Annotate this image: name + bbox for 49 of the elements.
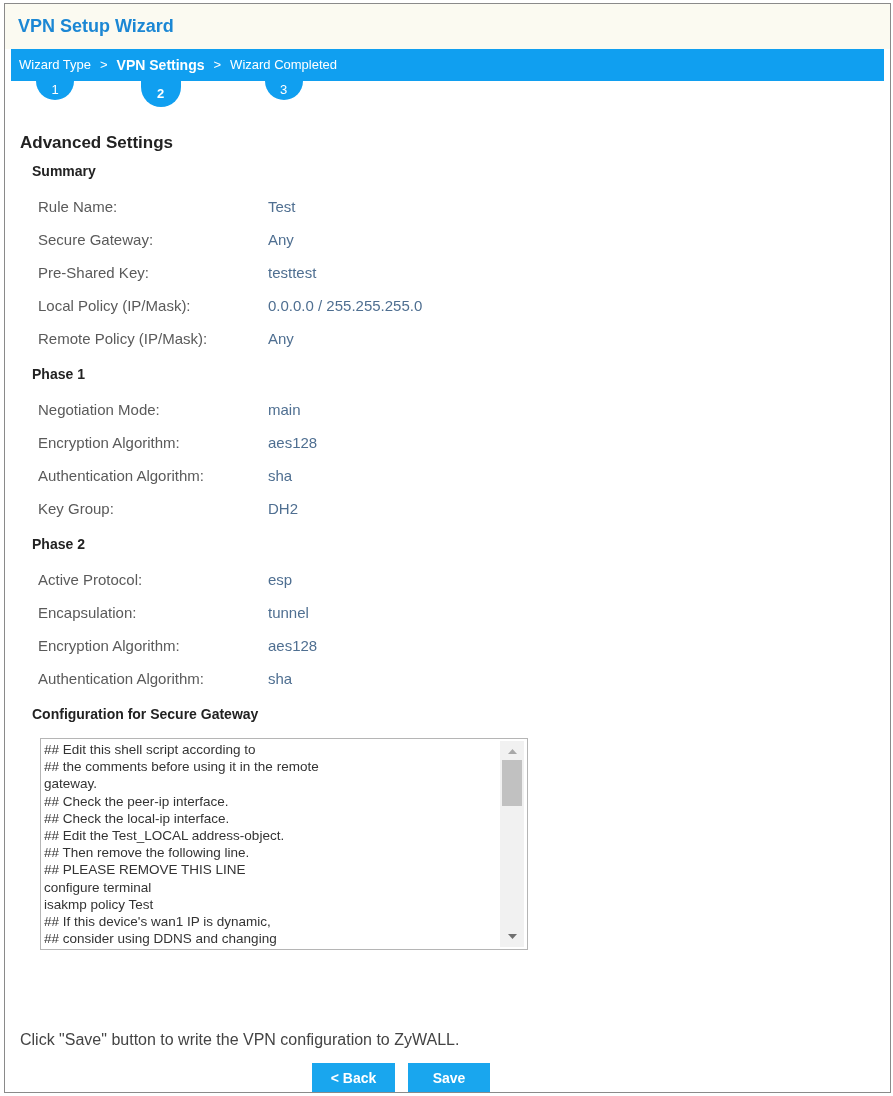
breadcrumb-separator: > xyxy=(213,56,222,75)
field-label: Encryption Algorithm: xyxy=(38,433,181,454)
section-heading: Phase 1 xyxy=(32,365,85,384)
step-number-badge: 2 xyxy=(140,79,181,107)
config-script-text: ## Edit this shell script according to ## the comments before using it in the remote gateway. ## Check the peer-ip interface. ## Check the local-ip interface. ## Edit the Test_LOCAL address-object. ## Then remove the following line. ## PLEASE REMOVE THIS LINE configure terminal isakmp policy Test ## If this device's wan1 IP is dynamic, ## consider using DDNS and changing xyxy=(43,741,320,948)
field-label: Active Protocol: xyxy=(38,570,144,591)
step-number-badge: 3 xyxy=(264,79,303,100)
field-label: Local Policy (IP/Mask): xyxy=(38,296,192,317)
field-label: Negotiation Mode: xyxy=(38,400,161,421)
field-value: sha xyxy=(268,466,293,487)
wizard-step-label: Wizard Type xyxy=(19,56,91,75)
scroll-down-icon[interactable] xyxy=(507,934,517,939)
field-value: esp xyxy=(268,570,293,591)
config-text-field[interactable] xyxy=(40,738,528,950)
scroll-up-icon[interactable] xyxy=(507,749,517,754)
section-heading: Configuration for Secure Gateway xyxy=(32,705,260,724)
field-label: Encryption Algorithm: xyxy=(38,636,181,657)
section-heading: Phase 2 xyxy=(32,535,85,554)
field-label: Remote Policy (IP/Mask): xyxy=(38,329,209,350)
field-value: aes128 xyxy=(268,636,318,657)
field-label: Authentication Algorithm: xyxy=(38,669,205,690)
instruction-text: Click "Save" button to write the VPN configuration to ZyWALL. xyxy=(20,1030,461,1050)
wizard-step-label: Wizard Completed xyxy=(230,56,338,75)
field-label: Authentication Algorithm: xyxy=(38,466,205,487)
scrollbar-track[interactable] xyxy=(500,741,524,947)
field-value: Any xyxy=(268,329,294,350)
step-number-badge: 1 xyxy=(36,79,74,100)
field-label: Rule Name: xyxy=(38,197,119,218)
section-heading: Advanced Settings xyxy=(20,133,175,153)
field-value: 0.0.0.0 / 255.255.255.0 xyxy=(268,296,423,317)
field-label: Encapsulation: xyxy=(38,603,138,624)
field-value: testtest xyxy=(268,263,317,284)
breadcrumb-separator: > xyxy=(100,56,108,75)
field-value: sha xyxy=(268,669,293,690)
scrollbar-thumb[interactable] xyxy=(502,760,522,806)
save-button[interactable]: Save xyxy=(408,1063,490,1092)
wizard-step-label: VPN Settings xyxy=(116,55,205,75)
field-label: Secure Gateway: xyxy=(38,230,155,251)
field-label: Pre-Shared Key: xyxy=(38,263,150,284)
field-value: aes128 xyxy=(268,433,318,454)
field-value: DH2 xyxy=(268,499,298,520)
field-value: main xyxy=(268,400,301,421)
field-value: Test xyxy=(268,197,296,218)
section-heading: Summary xyxy=(32,162,96,181)
field-value: tunnel xyxy=(268,603,309,624)
field-value: Any xyxy=(268,230,294,251)
field-label: Key Group: xyxy=(38,499,115,520)
back-button[interactable]: < Back xyxy=(312,1063,395,1092)
window-title: VPN Setup Wizard xyxy=(18,15,174,38)
